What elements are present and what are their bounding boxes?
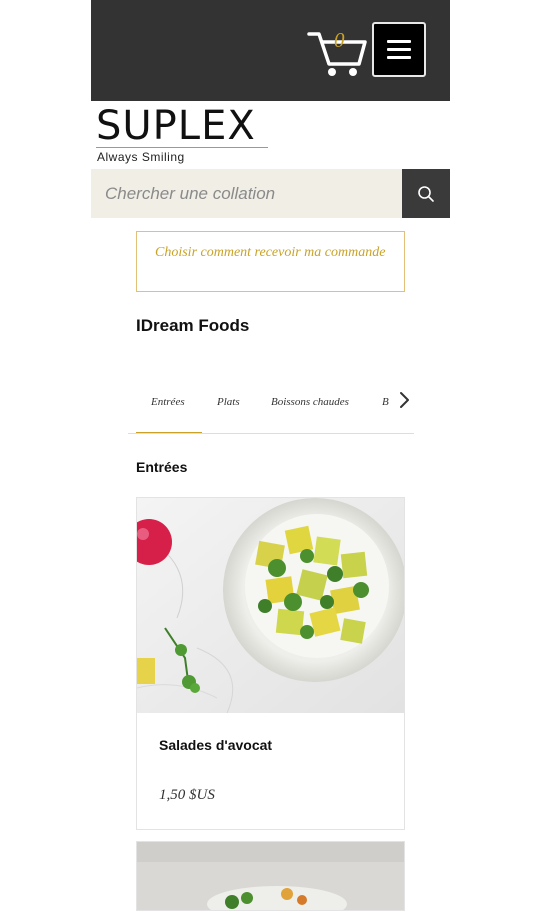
brand-logo[interactable]: SUPLEX <box>96 104 256 148</box>
menu-bar <box>387 56 411 59</box>
category-tabs: Entrées Plats Boissons chaudes B <box>128 372 414 434</box>
delivery-method-button[interactable]: Choisir comment recevoir ma commande <box>136 231 405 292</box>
search-button[interactable] <box>402 169 450 218</box>
cart-count-badge: 0 <box>334 28 345 52</box>
search-icon <box>418 185 434 202</box>
tab-next-category[interactable]: B <box>382 396 389 408</box>
brand-tagline: Always Smiling <box>97 150 185 164</box>
dish-photo <box>137 842 404 910</box>
hamburger-menu-button[interactable] <box>372 22 426 77</box>
chevron-right-icon[interactable] <box>393 389 415 411</box>
search-input[interactable] <box>91 169 402 218</box>
top-header-bar: 0 <box>91 0 450 101</box>
item-name: Salades d'avocat <box>159 737 273 753</box>
menu-item-card[interactable]: Salades d'avocat 1,50 $US <box>136 497 405 830</box>
brand-divider <box>96 147 268 148</box>
menu-bar <box>387 40 411 43</box>
menu-bar <box>387 48 411 51</box>
tab-boissons-chaudes[interactable]: Boissons chaudes <box>271 396 349 408</box>
item-price: 1,50 $US <box>159 787 215 803</box>
tabs-divider <box>128 433 414 434</box>
tab-plats[interactable]: Plats <box>217 396 240 408</box>
dish-photo <box>137 498 404 713</box>
restaurant-name: IDream Foods <box>136 316 250 335</box>
tab-entrees[interactable]: Entrées <box>151 396 185 408</box>
menu-item-card[interactable] <box>136 841 405 911</box>
section-title: Entrées <box>136 459 188 475</box>
